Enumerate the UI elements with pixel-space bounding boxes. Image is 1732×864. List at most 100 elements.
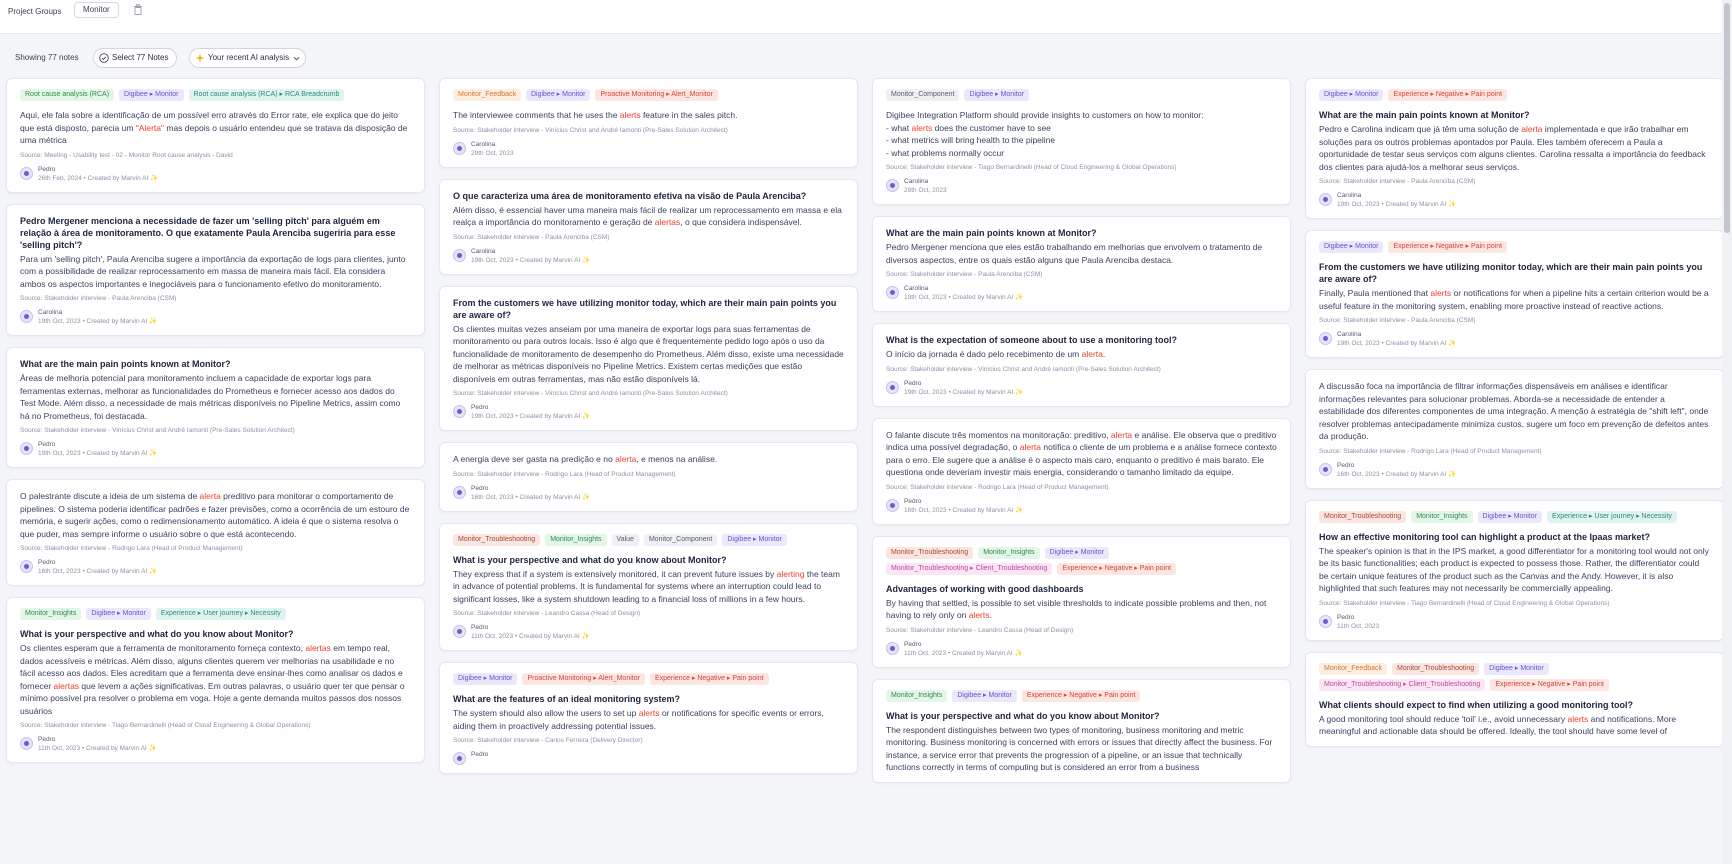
- note-author-info: Carolina 19th Oct, 2023 • Created by Marv…: [904, 284, 1023, 303]
- avatar: [1319, 332, 1332, 345]
- note-meta: Pedro 19th Oct, 2023 • Created by Marvin …: [20, 440, 411, 459]
- note-card[interactable]: A discussão foca na importância de filtr…: [1305, 369, 1724, 489]
- note-tag[interactable]: Experience ▸ Negative ▸ Pain point: [1388, 89, 1508, 101]
- select-notes-button[interactable]: Select 77 Notes: [93, 48, 178, 68]
- note-tag[interactable]: Experience ▸ User journey ▸ Necessity: [1547, 510, 1677, 523]
- note-tag[interactable]: Root cause analysis (RCA) ▸ RCA Breadcru…: [188, 89, 345, 101]
- note-tag[interactable]: Experience ▸ Negative ▸ Pain point: [1388, 241, 1508, 253]
- avatar: [20, 166, 33, 180]
- note-card[interactable]: O palestrante discute a ideia de um sist…: [6, 479, 425, 586]
- note-card[interactable]: Pedro Mergener menciona a necessidade de…: [6, 203, 425, 336]
- note-author: Pedro: [471, 404, 489, 411]
- note-tag[interactable]: Digibee ▸ Monitor: [453, 673, 518, 685]
- note-tag[interactable]: Digibee ▸ Monitor: [119, 89, 184, 101]
- note-tag[interactable]: Monitor_Insights: [545, 533, 607, 546]
- note-card[interactable]: Monitor_Feedback Digibee ▸ Monitor Proacti…: [439, 78, 858, 168]
- avatar: [1319, 462, 1332, 476]
- monitor-group-chip[interactable]: Monitor: [74, 2, 119, 18]
- note-source: Source: Stakeholder interview - Rodrigo …: [20, 545, 243, 552]
- note-card[interactable]: Monitor_Insights Digibee ▸ Monitor Experie…: [872, 678, 1291, 783]
- note-card[interactable]: Digibee ▸ Monitor Experience ▸ Negative ▸…: [1305, 78, 1724, 219]
- note-tag[interactable]: Monitor_Feedback: [453, 89, 521, 101]
- note-date: 19th Oct, 2023 • Created by Marvin AI ✨: [904, 388, 1024, 396]
- note-tag[interactable]: Monitor_Insights: [886, 689, 948, 702]
- note-tag[interactable]: Monitor_Insights: [978, 546, 1040, 559]
- note-body: O início da jornada é dado pelo recebime…: [886, 349, 1106, 359]
- project-groups-label[interactable]: Project Groups: [8, 7, 61, 16]
- note-tag[interactable]: Value: [611, 533, 639, 546]
- scrollbar-thumb[interactable]: [1724, 3, 1730, 233]
- note-tag[interactable]: Root cause analysis (RCA): [20, 89, 115, 101]
- note-tag[interactable]: Monitor_Troubleshooting ▸ Client_Trouble…: [1319, 678, 1486, 691]
- note-tag[interactable]: Experience ▸ Negative ▸ Pain point: [1057, 562, 1176, 575]
- ai-analysis-dropdown[interactable]: Your recent AI analysis: [189, 48, 307, 68]
- page-scrollbar[interactable]: [1722, 0, 1732, 864]
- note-card[interactable]: Monitor_Troubleshooting Monitor_Insights V…: [439, 522, 858, 651]
- note-tag[interactable]: Monitor_Feedback: [1319, 662, 1387, 675]
- avatar: [20, 560, 33, 573]
- note-source: Source: Stakeholder interview - Tiago Be…: [886, 164, 1177, 171]
- note-card[interactable]: Monitor_Feedback Monitor_Troubleshooting D…: [1305, 651, 1724, 747]
- note-card[interactable]: Monitor_Insights Digibee ▸ Monitor Experie…: [6, 597, 425, 763]
- note-tag[interactable]: Experience ▸ Negative ▸ Pain point: [649, 673, 769, 685]
- note-card[interactable]: Monitor_Troubleshooting Monitor_Insights D…: [872, 535, 1291, 668]
- note-meta: Carolina 28th Oct, 2023: [886, 177, 1277, 196]
- note-tag[interactable]: Digibee ▸ Monitor: [1477, 510, 1543, 523]
- note-tag[interactable]: Digibee ▸ Monitor: [1044, 546, 1110, 559]
- note-source: Source: Stakeholder interview - Vinícius…: [453, 390, 728, 397]
- note-date: 11th Oct, 2023 • Created by Marvin AI ✨: [904, 649, 1023, 657]
- note-source: Source: Stakeholder interview - Paula Ar…: [1319, 178, 1476, 185]
- note-meta: Pedro 16th Oct, 2023 • Created by Marvin …: [20, 558, 411, 577]
- note-author-info: Pedro 11th Oct, 2023 • Created by Marvin …: [38, 735, 157, 754]
- note-tag[interactable]: Monitor_Component: [886, 89, 960, 101]
- note-tag[interactable]: Monitor_Troubleshooting ▸ Client_Trouble…: [886, 562, 1053, 575]
- note-tag[interactable]: Digibee ▸ Monitor: [964, 89, 1029, 101]
- note-tag[interactable]: Digibee ▸ Monitor: [1484, 662, 1549, 675]
- note-tag[interactable]: Digibee ▸ Monitor: [1319, 241, 1384, 253]
- note-tag[interactable]: Monitor_Troubleshooting: [886, 546, 974, 559]
- note-card[interactable]: Monitor_Component Digibee ▸ Monitor Digibe…: [872, 78, 1291, 205]
- note-card[interactable]: Digibee ▸ Monitor Experience ▸ Negative ▸…: [1305, 230, 1724, 358]
- note-card[interactable]: What are the main pain points known at M…: [872, 216, 1291, 312]
- note-tags: Monitor_Troubleshooting Monitor_Insights D…: [886, 546, 1277, 575]
- note-card[interactable]: What are the main pain points known at M…: [6, 347, 425, 468]
- note-tag[interactable]: Digibee ▸ Monitor: [722, 533, 787, 546]
- note-card[interactable]: O que caracteriza uma área de monitorame…: [439, 178, 858, 275]
- note-card[interactable]: Digibee ▸ Monitor Proactive Monitoring ▸ …: [439, 662, 858, 774]
- note-card[interactable]: Root cause analysis (RCA) Digibee ▸ Monit…: [6, 78, 425, 193]
- note-body: Para um 'selling pitch', Paula Arenciba …: [20, 253, 406, 289]
- top-bar: Project Groups Monitor: [0, 0, 1732, 34]
- note-tag[interactable]: Monitor_Insights: [1411, 510, 1473, 523]
- trash-icon[interactable]: [133, 4, 143, 15]
- note-tag[interactable]: Digibee ▸ Monitor: [1319, 89, 1384, 101]
- note-body: Os clientes esperam que a ferramenta de …: [20, 643, 405, 716]
- note-tag[interactable]: Digibee ▸ Monitor: [86, 608, 151, 620]
- note-card[interactable]: What is the expectation of someone about…: [872, 323, 1291, 407]
- note-author: Pedro: [471, 751, 489, 758]
- note-tag[interactable]: Monitor_Troubleshooting: [1319, 510, 1407, 523]
- note-tags: Monitor_Feedback Monitor_Troubleshooting D…: [1319, 662, 1710, 691]
- notes-column-2: Monitor_Feedback Digibee ▸ Monitor Proacti…: [439, 78, 858, 785]
- note-card[interactable]: From the customers we have utilizing mon…: [439, 285, 858, 431]
- note-card[interactable]: O falante discute três momentos na monit…: [872, 417, 1291, 525]
- note-tag[interactable]: Digibee ▸ Monitor: [525, 89, 591, 101]
- note-source: Source: Meeting - Usability test - 02 - …: [20, 151, 233, 159]
- note-tag[interactable]: Monitor_Component: [643, 533, 718, 546]
- note-tag[interactable]: Monitor_Troubleshooting: [453, 533, 541, 546]
- note-tag[interactable]: Proactive Monitoring ▸ Alert_Monitor: [522, 673, 645, 685]
- note-tag[interactable]: Monitor_Insights: [20, 608, 82, 620]
- note-date: 19th Oct, 2023 • Created by Marvin AI ✨: [38, 318, 158, 325]
- note-card[interactable]: Monitor_Troubleshooting Monitor_Insights D…: [1305, 499, 1724, 641]
- note-tag[interactable]: Proactive Monitoring ▸ Alert_Monitor: [595, 89, 718, 101]
- note-tag[interactable]: Monitor_Troubleshooting: [1391, 662, 1480, 675]
- note-date: 11th Oct, 2023 • Created by Marvin AI ✨: [38, 745, 157, 752]
- note-tag[interactable]: Experience ▸ Negative ▸ Pain point: [1490, 678, 1609, 691]
- note-tag[interactable]: Experience ▸ Negative ▸ Pain point: [1021, 689, 1141, 702]
- notes-column-4: Digibee ▸ Monitor Experience ▸ Negative ▸…: [1305, 78, 1724, 758]
- alert-keyword-highlight: alerta: [1110, 429, 1133, 440]
- note-card[interactable]: A energia deve ser gasta na predição e n…: [439, 442, 858, 512]
- note-tag[interactable]: Digibee ▸ Monitor: [952, 689, 1017, 702]
- note-author-info: Pedro: [471, 750, 488, 759]
- note-tag[interactable]: Experience ▸ User journey ▸ Necessity: [155, 608, 286, 620]
- note-body: Pedro e Carolina indicam que já têm uma …: [1319, 124, 1706, 172]
